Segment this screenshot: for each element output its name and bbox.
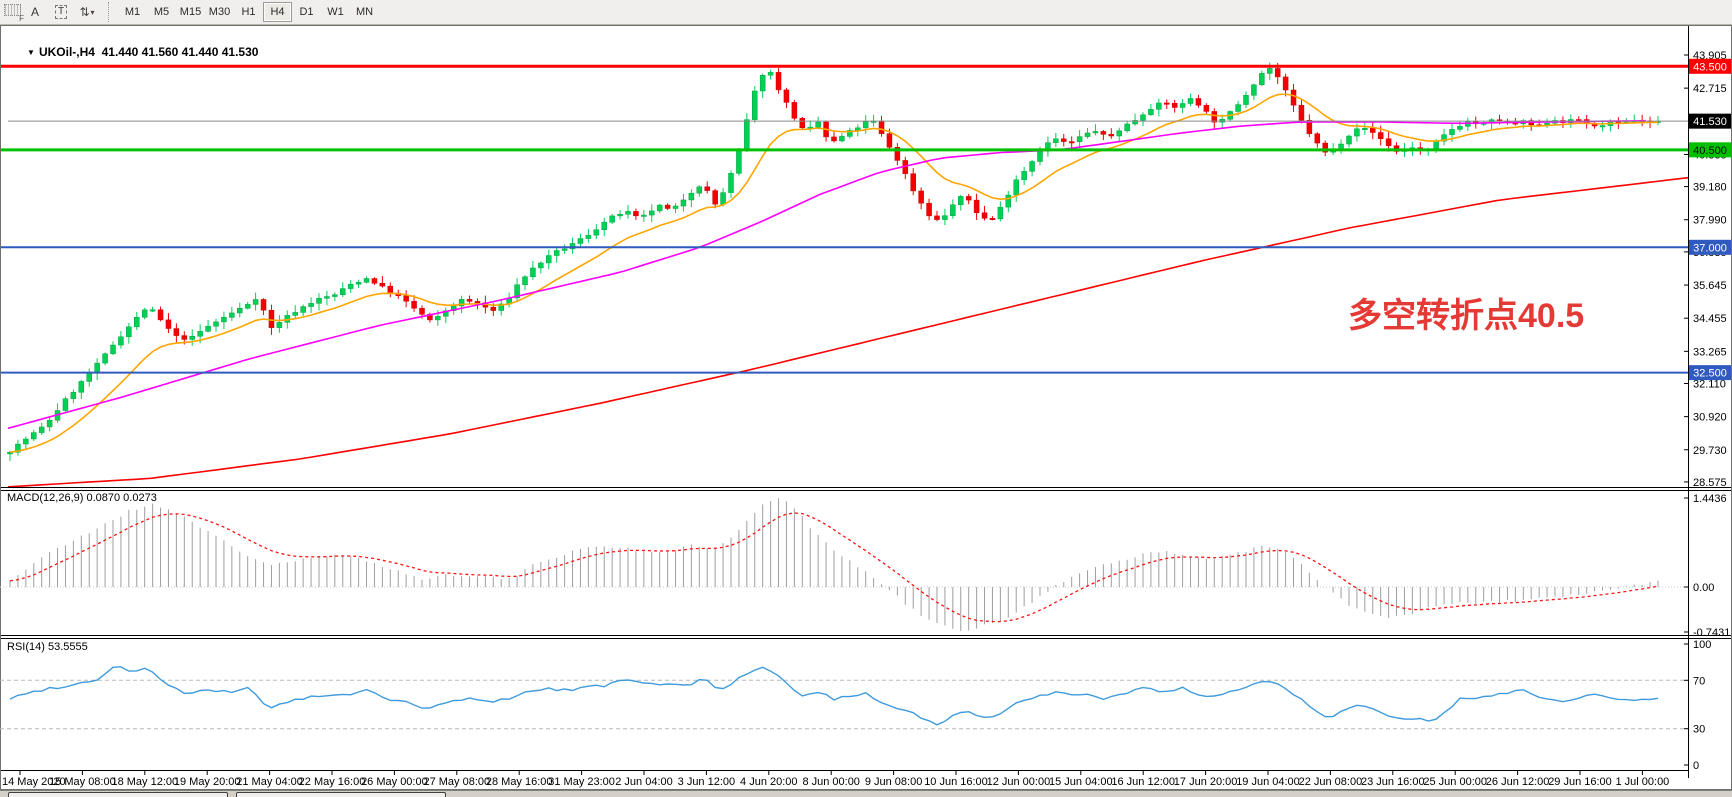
time-axis-label: 27 May 08:00 [423, 776, 490, 788]
time-axis-label: 25 Jun 00:00 [1423, 776, 1487, 788]
templates-f-icon[interactable]: F [4, 4, 22, 20]
time-axis-label: 8 Jun 00:00 [802, 776, 860, 788]
rsi-axis-label: 0 [1693, 760, 1699, 772]
price-tick-label: 33.265 [1693, 346, 1727, 358]
time-axis-label: 29 Jun 16:00 [1548, 776, 1612, 788]
price-tick-label: 37.990 [1693, 215, 1727, 227]
timeframe-d1[interactable]: D1 [292, 2, 321, 22]
price-tick-label: 34.455 [1693, 313, 1727, 325]
time-axis-label: 21 May 04:00 [236, 776, 303, 788]
toolbar-separator [108, 2, 114, 22]
time-axis-label: 4 Jun 20:00 [740, 776, 798, 788]
chart-tab[interactable] [8, 792, 228, 797]
price-tag-value: 41.530 [1693, 116, 1727, 128]
price-chart-canvas[interactable]: 40.33536.83543.90542.71539.18037.99035.6… [0, 25, 1732, 790]
time-axis-label: 18 May 12:00 [111, 776, 178, 788]
time-axis-label: 15 May 08:00 [49, 776, 116, 788]
timeframe-h1[interactable]: H1 [234, 2, 263, 22]
timeframe-m1[interactable]: M1 [118, 2, 147, 22]
time-axis-label: 23 Jun 16:00 [1361, 776, 1425, 788]
time-axis-label: 16 Jun 12:00 [1111, 776, 1175, 788]
text-label-tool-button[interactable]: A [23, 2, 47, 22]
price-tag-value: 40.500 [1693, 145, 1727, 157]
timeframe-m5[interactable]: M5 [147, 2, 176, 22]
macd-axis-label: -0.7431 [1693, 627, 1730, 639]
time-axis-label: 9 Jun 08:00 [865, 776, 923, 788]
text-box-tool-button[interactable]: T [49, 2, 73, 22]
chart-tab[interactable] [236, 792, 446, 797]
time-axis-label: 19 Jun 04:00 [1236, 776, 1300, 788]
time-axis-label: 26 May 00:00 [361, 776, 428, 788]
dropdown-caret-icon: ▾ [91, 8, 95, 17]
time-axis-label: 31 May 23:00 [548, 776, 615, 788]
time-axis-label: 28 May 16:00 [486, 776, 553, 788]
sort-arrows-icon: ⇅ [79, 5, 88, 19]
time-axis-label: 10 Jun 16:00 [924, 776, 988, 788]
price-tick-label: 30.920 [1693, 412, 1727, 424]
price-tick-label: 28.575 [1693, 477, 1727, 489]
time-axis-label: 2 Jun 04:00 [615, 776, 673, 788]
time-axis-label: 1 Jul 00:00 [1615, 776, 1669, 788]
time-axis-label: 19 May 20:00 [174, 776, 241, 788]
price-tick-label: 35.645 [1693, 280, 1727, 292]
toolbar: F A T ⇅ ▾ M1 M5 M15 M30 H1 H4 D1 W1 MN [0, 0, 1732, 25]
timeframe-h4[interactable]: H4 [263, 2, 292, 22]
timeframe-mn[interactable]: MN [350, 2, 379, 22]
time-axis-label: 22 May 16:00 [299, 776, 366, 788]
time-axis-label: 26 Jun 12:00 [1486, 776, 1550, 788]
price-tag-value: 32.500 [1693, 368, 1727, 380]
price-tick-label: 42.715 [1693, 83, 1727, 95]
timeframe-m15[interactable]: M15 [176, 2, 205, 22]
timeframe-w1[interactable]: W1 [321, 2, 350, 22]
price-tag-value: 43.500 [1693, 61, 1727, 73]
rsi-axis-label: 70 [1693, 675, 1705, 687]
letter-a-icon: A [31, 5, 39, 19]
mt4-application-window: F A T ⇅ ▾ M1 M5 M15 M30 H1 H4 D1 W1 MN 4… [0, 0, 1732, 797]
macd-axis-label: 0.00 [1693, 582, 1714, 594]
arrange-button[interactable]: ⇅ ▾ [75, 2, 99, 22]
time-axis-label: 22 Jun 08:00 [1299, 776, 1363, 788]
time-axis-label: 15 Jun 04:00 [1049, 776, 1113, 788]
price-tick-label: 29.730 [1693, 445, 1727, 457]
price-tick-label: 32.110 [1693, 378, 1726, 390]
chart-background [0, 25, 1732, 790]
price-tag-value: 37.000 [1693, 242, 1727, 254]
time-axis-label: 12 Jun 00:00 [987, 776, 1051, 788]
macd-axis-label: 1.4436 [1693, 493, 1727, 505]
price-tick-label: 39.180 [1693, 182, 1727, 194]
letter-t-icon: T [55, 5, 67, 19]
f-glyph: F [19, 14, 24, 23]
chart-area[interactable]: 40.33536.83543.90542.71539.18037.99035.6… [0, 25, 1732, 790]
timeframe-m30[interactable]: M30 [205, 2, 234, 22]
time-axis-label: 17 Jun 20:00 [1174, 776, 1238, 788]
rsi-axis-label: 30 [1693, 724, 1705, 736]
chart-tabs-strip [0, 790, 1732, 797]
time-axis-label: 3 Jun 12:00 [678, 776, 736, 788]
rsi-axis-label: 100 [1693, 639, 1711, 651]
